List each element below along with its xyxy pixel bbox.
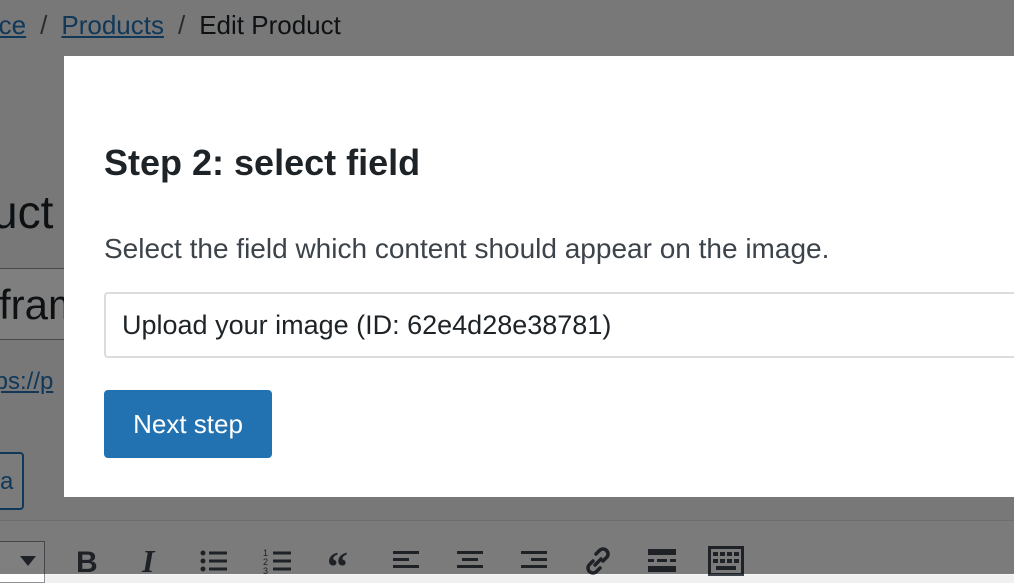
next-step-button[interactable]: Next step bbox=[104, 390, 272, 458]
dialog-description: Select the field which content should ap… bbox=[104, 233, 830, 264]
field-select[interactable]: Upload your image (ID: 62e4d28e38781) bbox=[104, 292, 1014, 358]
select-field-dialog: Step 2: select field Select the field wh… bbox=[64, 56, 1014, 497]
dialog-title: Step 2: select field bbox=[104, 142, 421, 183]
field-select-value: Upload your image (ID: 62e4d28e38781) bbox=[122, 310, 612, 340]
